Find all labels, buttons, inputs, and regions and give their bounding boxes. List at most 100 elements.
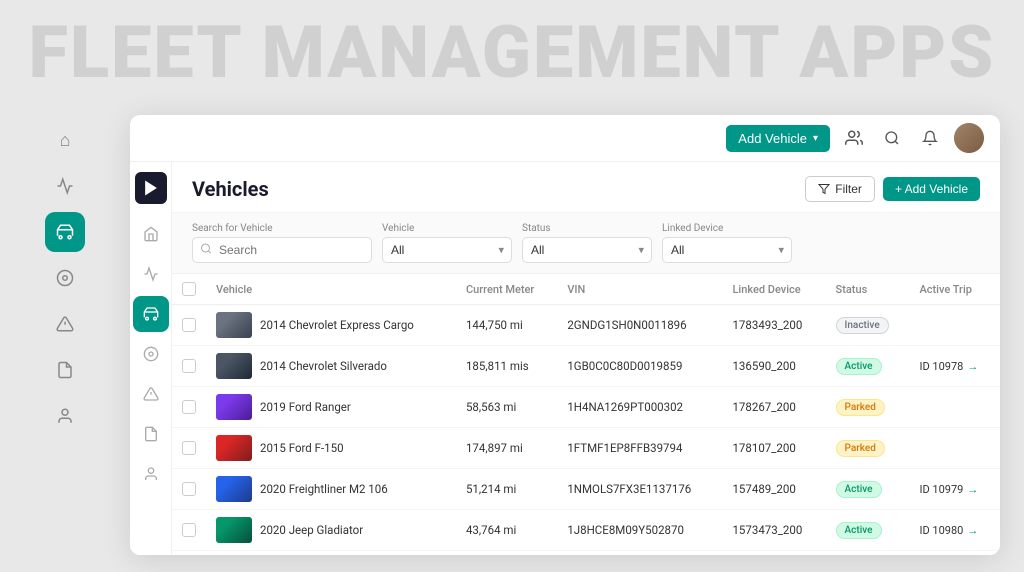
vehicle-name: 2020 Jeep Gladiator <box>260 523 363 537</box>
page-content: Vehicles Filter + Add Vehicle Se <box>172 162 1000 555</box>
sidebar-document-icon[interactable] <box>133 416 169 452</box>
table-row: 2014 Chevrolet Express Cargo 144,750 mi … <box>172 305 1000 346</box>
table-row: 2020 Jeep Gladiator 43,764 mi 1J8HCE8M09… <box>172 510 1000 551</box>
topbar-add-vehicle-label: Add Vehicle <box>738 131 807 146</box>
current-meter-column-header: Current Meter <box>456 274 557 305</box>
status-badge: Active <box>836 522 882 539</box>
page-title: Vehicles <box>192 177 269 201</box>
current-meter-cell: 174,897 mi <box>456 428 557 469</box>
vin-cell: 2GNDG1SH0N0011896 <box>557 305 722 346</box>
vehicle-filter-group: Vehicle All <box>382 223 512 263</box>
sidebar-item-vehicle[interactable] <box>45 212 85 252</box>
vehicle-select[interactable]: All <box>382 237 512 263</box>
status-badge: Active <box>836 358 882 375</box>
vin-column-header: VIN <box>557 274 722 305</box>
search-icon <box>200 243 212 258</box>
sidebar-item-compass[interactable] <box>45 258 85 298</box>
sidebar-item-home[interactable]: ⌂ <box>45 120 85 160</box>
select-all-checkbox[interactable] <box>182 282 196 296</box>
status-filter-group: Status All <box>522 223 652 263</box>
sidebar-item-document[interactable] <box>45 350 85 390</box>
vin-cell: 1GB0C0C80D0019859 <box>557 346 722 387</box>
current-meter-cell: 144,750 mi <box>456 305 557 346</box>
sidebar-alert-icon[interactable] <box>133 376 169 412</box>
vin-cell: 1J8HCE8M09Y502870 <box>557 510 722 551</box>
row-checkbox-cell <box>172 346 206 387</box>
row-checkbox-cell <box>172 428 206 469</box>
vehicle-cell: 2020 Freightliner M2 106 <box>206 469 456 510</box>
row-checkbox[interactable] <box>182 441 196 455</box>
row-checkbox-cell <box>172 387 206 428</box>
add-vehicle-main-button[interactable]: + Add Vehicle <box>883 177 980 201</box>
sidebar-home-icon[interactable] <box>133 216 169 252</box>
linked-device-filter-group: Linked Device All <box>662 223 792 263</box>
status-badge: Active <box>836 481 882 498</box>
vehicle-info: 2020 Jeep Gladiator <box>216 517 446 543</box>
filters-row: Search for Vehicle Vehicle <box>172 213 1000 274</box>
avatar[interactable] <box>954 123 984 153</box>
vin-cell: 1FTMF1EP8FFB39794 <box>557 428 722 469</box>
sidebar-logo[interactable] <box>135 172 167 204</box>
active-trip-cell <box>909 305 1000 346</box>
row-checkbox-cell <box>172 469 206 510</box>
vehicle-info: 2014 Chevrolet Express Cargo <box>216 312 446 338</box>
vehicle-name: 2020 Freightliner M2 106 <box>260 482 388 496</box>
active-trip-cell: ID 10980 → <box>909 510 1000 551</box>
linked-device-cell: 178267_200 <box>722 387 825 428</box>
search-icon[interactable] <box>878 124 906 152</box>
status-select[interactable]: All <box>522 237 652 263</box>
linked-device-select[interactable]: All <box>662 237 792 263</box>
topbar-add-vehicle-button[interactable]: Add Vehicle ▾ <box>726 125 830 152</box>
vin-cell: 1H4NA1269PT000302 <box>557 387 722 428</box>
contacts-icon[interactable] <box>840 124 868 152</box>
row-checkbox[interactable] <box>182 359 196 373</box>
current-meter-cell: 51,214 mi <box>456 469 557 510</box>
background-title: FLEET MANAGEMENT APPS <box>0 10 1024 95</box>
vehicle-name: 2019 Ford Ranger <box>260 400 351 414</box>
sidebar-chart-icon[interactable] <box>133 256 169 292</box>
vehicle-cell: 2019 Ford Ranger <box>206 387 456 428</box>
status-cell: Active <box>826 346 910 387</box>
sidebar-compass-icon[interactable] <box>133 336 169 372</box>
vehicle-name: 2014 Chevrolet Express Cargo <box>260 318 414 332</box>
vehicle-cell: 2020 Jeep Gladiator <box>206 510 456 551</box>
status-badge: Inactive <box>836 317 889 334</box>
vehicle-info: 2019 Ford Ranger <box>216 394 446 420</box>
vehicle-filter-label: Vehicle <box>382 223 512 234</box>
app-container: Add Vehicle ▾ <box>130 115 1000 555</box>
vehicle-thumbnail <box>216 435 252 461</box>
sidebar-user-icon[interactable] <box>133 456 169 492</box>
search-input-wrap <box>192 237 372 263</box>
sidebar-item-user[interactable] <box>45 396 85 436</box>
search-filter-label: Search for Vehicle <box>192 223 372 234</box>
row-checkbox-cell <box>172 305 206 346</box>
linked-device-column-header: Linked Device <box>722 274 825 305</box>
bell-icon[interactable] <box>916 124 944 152</box>
vehicle-thumbnail <box>216 517 252 543</box>
current-meter-cell: 58,563 mi <box>456 387 557 428</box>
vehicle-cell: 2014 Chevrolet Express Cargo <box>206 305 456 346</box>
vehicle-thumbnail <box>216 312 252 338</box>
filter-button[interactable]: Filter <box>805 176 875 202</box>
status-cell: Parked <box>826 428 910 469</box>
sidebar-item-chart[interactable] <box>45 166 85 206</box>
status-cell: Inactive <box>826 305 910 346</box>
trip-id: ID 10980 → <box>919 524 990 537</box>
sidebar-item-alert[interactable] <box>45 304 85 344</box>
vehicle-info: 2015 Ford F-150 <box>216 435 446 461</box>
search-input[interactable] <box>192 237 372 263</box>
row-checkbox[interactable] <box>182 523 196 537</box>
table-row: 2020 Freightliner M2 106 51,214 mi 1NMOL… <box>172 469 1000 510</box>
header-actions: Filter + Add Vehicle <box>805 176 980 202</box>
vehicle-name: 2014 Chevrolet Silverado <box>260 359 387 373</box>
trip-id: ID 10979 → <box>919 483 990 496</box>
vin-cell: 1NMOLS7FX3E1137176 <box>557 469 722 510</box>
active-trip-cell: ID 10979 → <box>909 469 1000 510</box>
linked-device-cell: 157489_200 <box>722 469 825 510</box>
row-checkbox[interactable] <box>182 318 196 332</box>
row-checkbox[interactable] <box>182 400 196 414</box>
status-badge: Parked <box>836 440 885 457</box>
sidebar-vehicle-icon[interactable] <box>133 296 169 332</box>
row-checkbox[interactable] <box>182 482 196 496</box>
linked-device-cell: 136590_200 <box>722 346 825 387</box>
